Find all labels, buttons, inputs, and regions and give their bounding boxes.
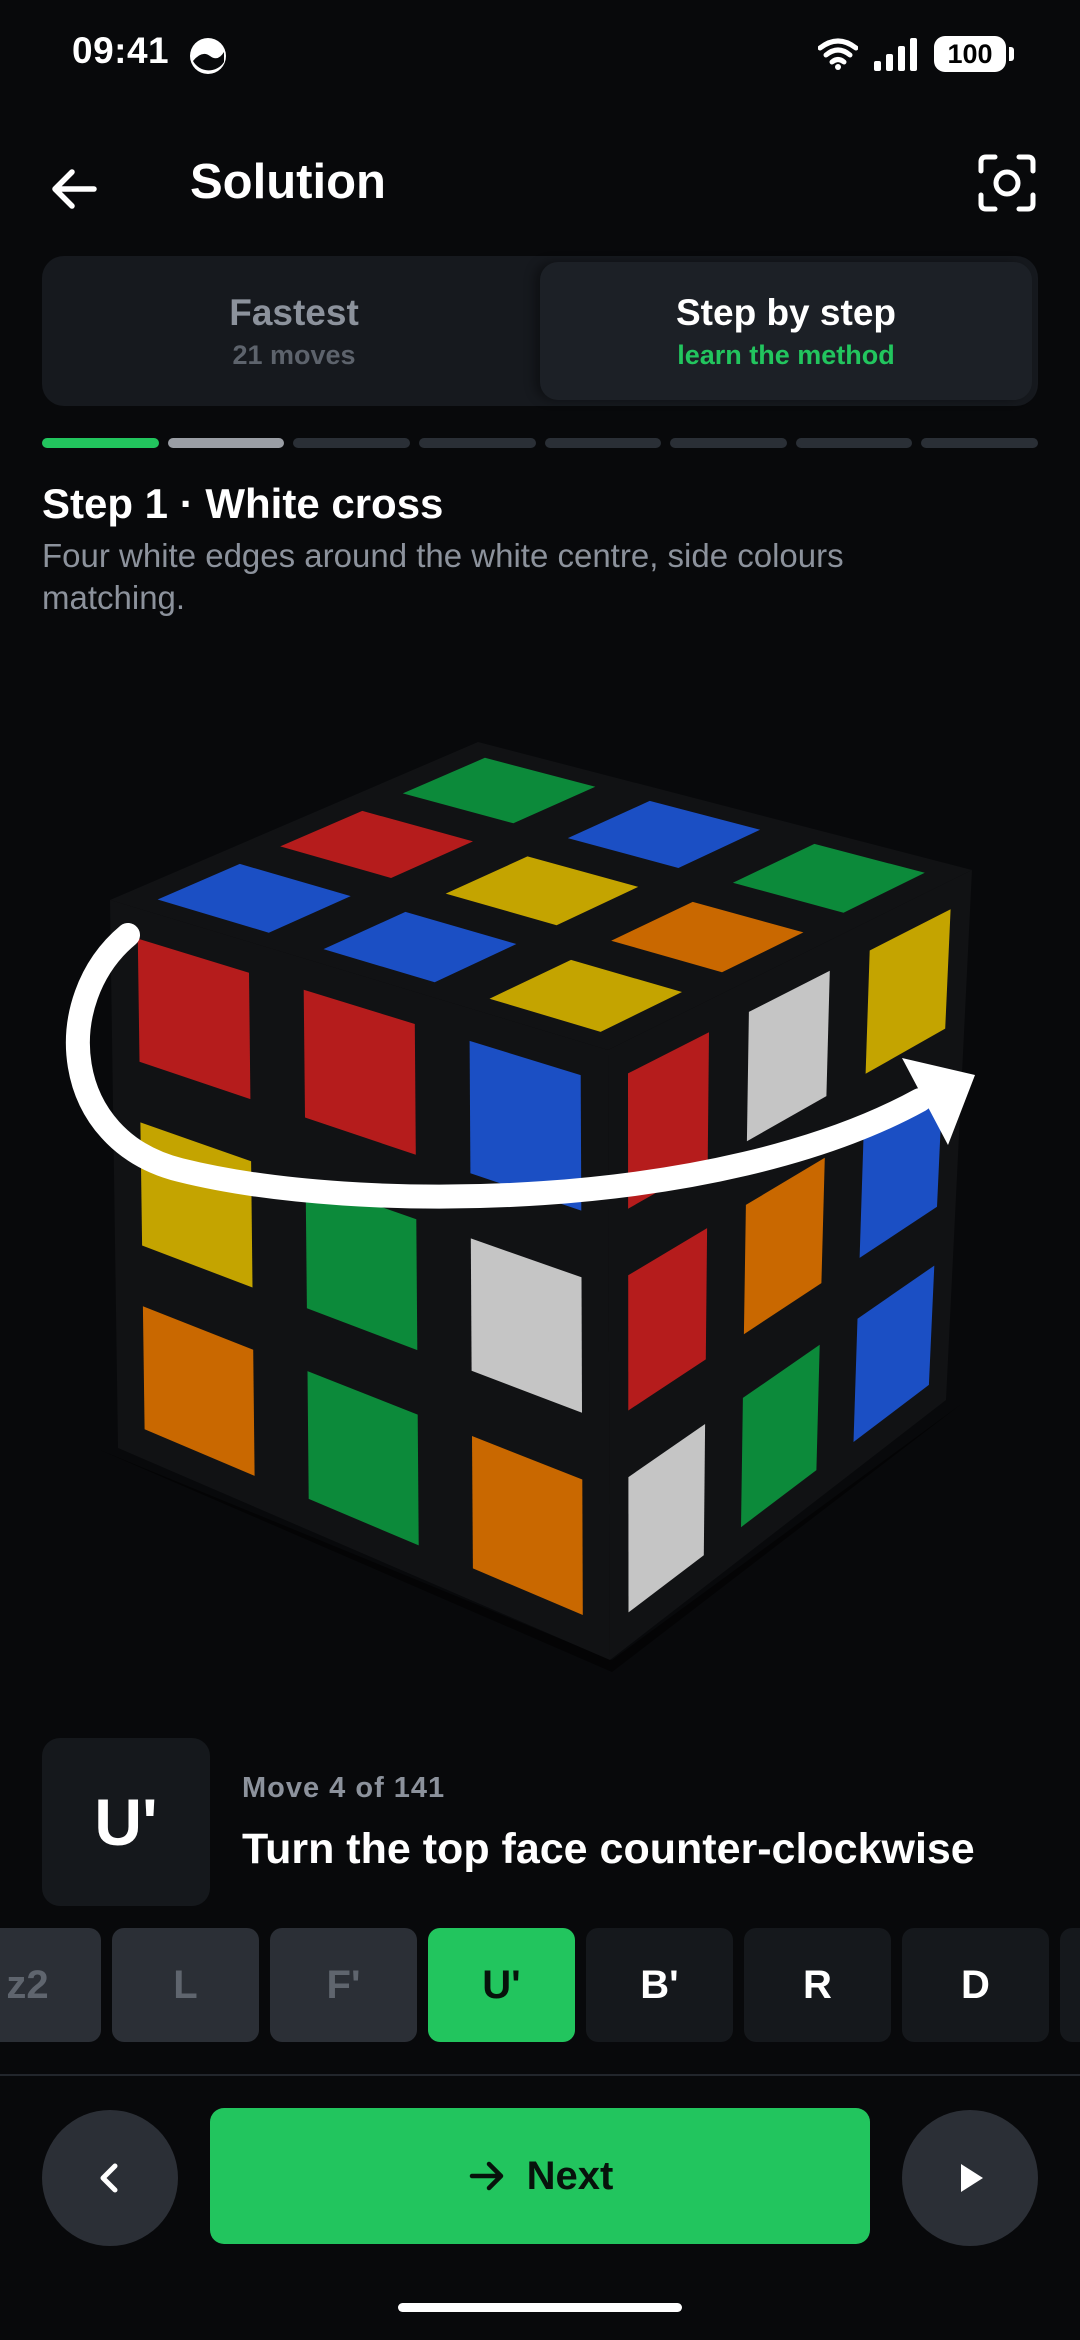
back-arrow-icon[interactable] xyxy=(42,148,112,218)
tab-step-by-step-sub: learn the method xyxy=(677,339,895,370)
divider xyxy=(0,2074,1080,2076)
progress-segment xyxy=(418,438,536,448)
solution-mode-switch: Fastest 21 moves Step by step learn the … xyxy=(42,256,1038,406)
move-counter: Move 4 of 141 xyxy=(242,1772,446,1804)
battery-indicator: 100 xyxy=(934,36,1014,72)
tab-fastest-sub: 21 moves xyxy=(232,339,356,370)
status-bar: 09:41 100 xyxy=(0,0,1080,110)
move-chip[interactable] xyxy=(1060,1928,1080,2042)
status-icons: 100 xyxy=(818,32,1014,76)
move-chip-label: z2 xyxy=(6,1962,49,2007)
move-chip[interactable]: D xyxy=(902,1928,1049,2042)
step-description: Four white edges around the white centre… xyxy=(42,537,844,616)
tab-step-by-step[interactable]: Step by step learn the method xyxy=(540,262,1032,400)
page-title: Solution xyxy=(190,155,386,209)
cube-illustration xyxy=(0,700,1080,1700)
progress-segment xyxy=(921,438,1038,448)
move-chip-label: F' xyxy=(326,1962,361,2007)
move-chip-label: D xyxy=(961,1962,990,2007)
move-chip-label: B' xyxy=(640,1962,679,2007)
progress-segment xyxy=(670,438,787,448)
home-indicator xyxy=(398,2303,682,2312)
move-description: Turn the top face counter-clockwise xyxy=(242,1825,975,1873)
move-strip: z2 L F' U' B' R D xyxy=(0,1928,1080,2042)
current-move-notation: U' xyxy=(42,1738,210,1906)
focus-mode-icon xyxy=(190,38,226,74)
progress-segment xyxy=(293,438,410,448)
status-time: 09:41 xyxy=(72,30,170,71)
next-move-button[interactable]: Next xyxy=(210,2108,870,2244)
move-chip-label: L xyxy=(173,1962,198,2007)
play-icon xyxy=(961,2164,983,2192)
next-button-label: Next xyxy=(526,2153,614,2198)
progress-segment xyxy=(167,438,285,448)
autoplay-button[interactable] xyxy=(902,2110,1038,2246)
move-chip[interactable]: U' xyxy=(428,1928,575,2042)
progress-segment xyxy=(544,438,662,448)
progress-segment xyxy=(42,438,159,448)
step-title: Step 1 · White cross xyxy=(42,480,444,527)
move-chip-label: R xyxy=(803,1962,832,2007)
chevron-left-icon xyxy=(100,2163,118,2193)
move-chip[interactable]: L xyxy=(112,1928,259,2042)
move-chip[interactable]: F' xyxy=(270,1928,417,2042)
previous-move-button[interactable] xyxy=(42,2110,178,2246)
move-chip[interactable]: z2 xyxy=(0,1928,101,2042)
cube-svg xyxy=(66,742,975,1672)
move-chip[interactable]: B' xyxy=(586,1928,733,2042)
tab-step-by-step-label: Step by step xyxy=(676,291,896,333)
app-header: Solution xyxy=(0,140,1080,226)
move-chip-label: U' xyxy=(482,1962,521,2007)
tab-fastest[interactable]: Fastest 21 moves xyxy=(48,262,540,400)
tab-fastest-label: Fastest xyxy=(229,291,359,333)
step-progress xyxy=(42,438,1038,448)
scan-camera-icon[interactable] xyxy=(972,148,1042,218)
progress-segment xyxy=(795,438,913,448)
arrow-right-icon xyxy=(469,2161,503,2191)
wifi-icon xyxy=(818,38,858,70)
signal-icon xyxy=(874,38,917,71)
move-chip[interactable]: R xyxy=(744,1928,891,2042)
